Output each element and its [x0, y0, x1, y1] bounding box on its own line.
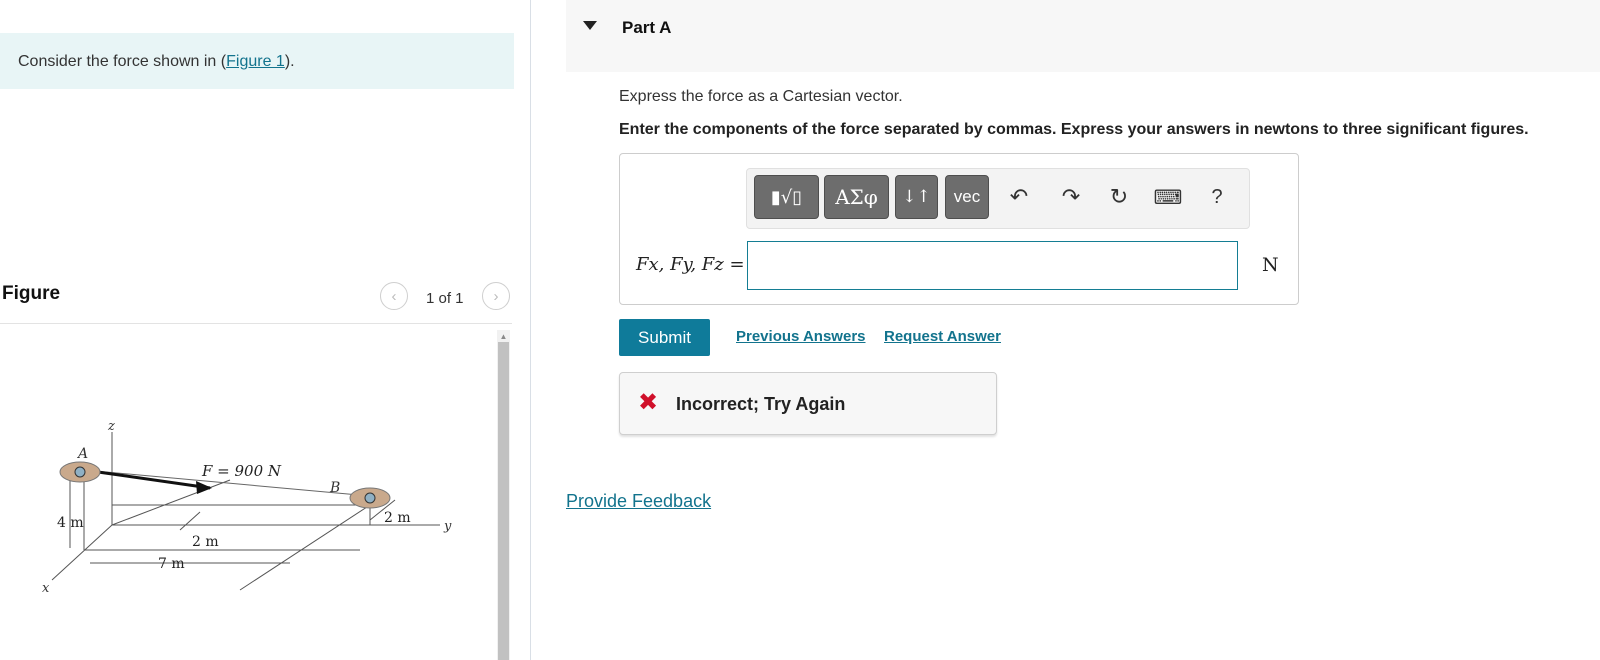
- figure-title: Figure: [2, 283, 61, 304]
- figure-prev-button[interactable]: ‹: [380, 282, 408, 310]
- submit-button[interactable]: Submit: [619, 319, 710, 356]
- previous-answers-link[interactable]: Previous Answers: [736, 328, 866, 345]
- chevron-left-icon: ‹: [391, 287, 397, 305]
- figure-counter: 1 of 1: [426, 290, 464, 307]
- feedback-message: Incorrect; Try Again: [676, 394, 846, 414]
- answer-input[interactable]: [747, 241, 1238, 290]
- vector-button[interactable]: vec: [945, 175, 989, 219]
- dim-2m-x-label: 2 m: [192, 534, 219, 550]
- force-diagram: z x y A B F = 900 N 4 m 7 m 2 m 2 m: [42, 420, 452, 596]
- figure-link[interactable]: Figure 1: [226, 53, 285, 70]
- part-a-title: Part A: [622, 18, 672, 37]
- point-b-label: B: [329, 480, 340, 496]
- reset-icon[interactable]: ↻: [1106, 184, 1132, 210]
- dim-2m-y-label: 2 m: [384, 510, 411, 526]
- answer-label: Fx, Fy, Fz =: [636, 254, 745, 275]
- caret-down-icon[interactable]: [583, 21, 597, 30]
- problem-statement: Consider the force shown in (Figure 1).: [0, 33, 514, 89]
- point-a-label: A: [76, 446, 88, 462]
- part-a-instructions: Enter the components of the force separa…: [619, 121, 1529, 138]
- z-axis-label: z: [107, 420, 115, 434]
- force-label: F = 900 N: [201, 462, 282, 480]
- column-divider: [530, 0, 531, 660]
- scroll-up-icon[interactable]: ▲: [497, 330, 510, 342]
- y-axis-label: y: [443, 519, 452, 534]
- unit-label: N: [1262, 254, 1279, 276]
- chevron-right-icon: ›: [493, 287, 499, 305]
- provide-feedback-link[interactable]: Provide Feedback: [566, 491, 711, 512]
- keyboard-icon[interactable]: ⌨: [1154, 184, 1183, 210]
- undo-icon[interactable]: ↶: [1006, 184, 1032, 210]
- redo-icon[interactable]: ↷: [1058, 184, 1084, 210]
- greek-symbols-button[interactable]: ΑΣφ: [824, 175, 889, 219]
- arrows-button[interactable]: ↓↑: [895, 175, 938, 219]
- part-a-prompt: Express the force as a Cartesian vector.: [619, 88, 903, 105]
- part-a-header[interactable]: [566, 0, 1600, 72]
- scrollbar-thumb[interactable]: [498, 342, 509, 660]
- dim-7m-label: 7 m: [158, 556, 185, 572]
- x-icon: ✖: [638, 389, 659, 416]
- templates-button[interactable]: ▮√▯: [754, 175, 819, 219]
- help-button[interactable]: ?: [1204, 184, 1230, 210]
- request-answer-link[interactable]: Request Answer: [884, 328, 1001, 345]
- figure-next-button[interactable]: ›: [482, 282, 510, 310]
- problem-text: Consider the force shown in (Figure 1).: [18, 53, 295, 70]
- x-axis-label: x: [42, 581, 50, 596]
- dim-4m-label: 4 m: [57, 515, 84, 531]
- answer-label-text: Fx, Fy, Fz =: [636, 254, 745, 275]
- figure-divider: [0, 323, 512, 324]
